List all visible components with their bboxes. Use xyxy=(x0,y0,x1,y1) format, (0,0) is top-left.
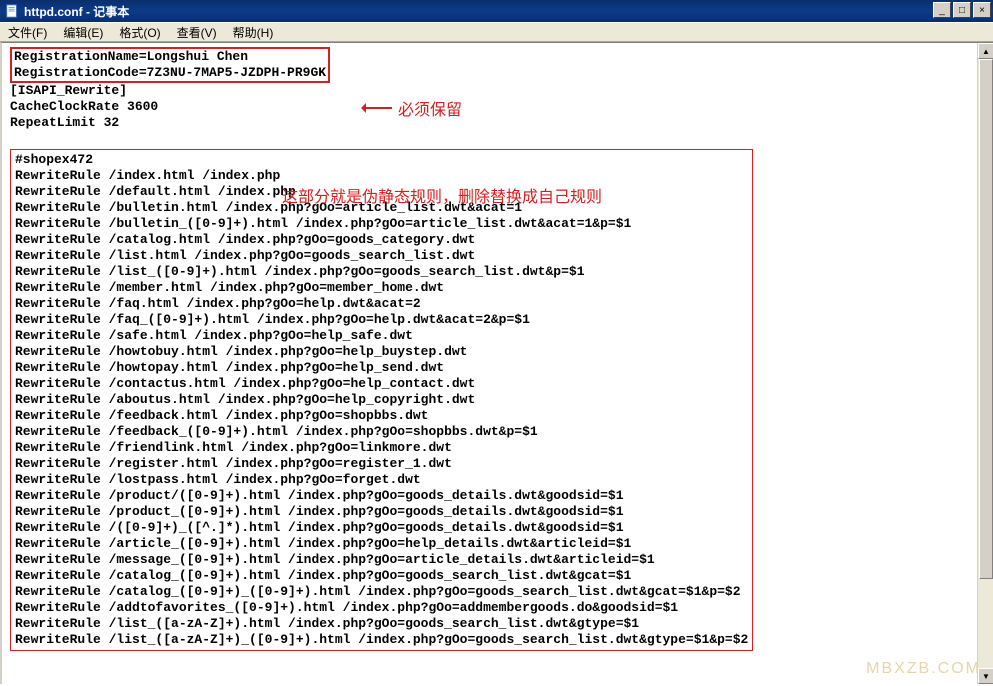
menu-help[interactable]: 帮助(H) xyxy=(225,22,282,43)
window-title: httpd.conf - 记事本 xyxy=(24,3,129,20)
window-controls: _ □ × xyxy=(933,2,991,18)
registration-name-line: RegistrationName=Longshui Chen xyxy=(14,49,248,64)
menu-bar: 文件(F) 编辑(E) 格式(O) 查看(V) 帮助(H) xyxy=(0,22,993,42)
editor-area[interactable]: RegistrationName=Longshui Chen Registrat… xyxy=(0,42,993,684)
scroll-thumb[interactable] xyxy=(979,59,993,579)
menu-edit[interactable]: 编辑(E) xyxy=(55,22,111,43)
notepad-icon xyxy=(4,3,20,19)
repeat-limit: RepeatLimit 32 xyxy=(10,115,119,130)
arrow-left-icon xyxy=(362,107,392,109)
menu-format[interactable]: 格式(O) xyxy=(111,22,168,43)
annotation-must-keep: 必须保留 xyxy=(362,96,462,120)
maximize-button[interactable]: □ xyxy=(953,2,971,18)
minimize-button[interactable]: _ xyxy=(933,2,951,18)
isapi-section: [ISAPI_Rewrite] xyxy=(10,83,127,98)
annotation-must-keep-text: 必须保留 xyxy=(398,96,462,120)
registration-block: RegistrationName=Longshui Chen Registrat… xyxy=(10,47,330,83)
menu-file[interactable]: 文件(F) xyxy=(0,22,55,43)
vertical-scrollbar[interactable]: ▲ ▼ xyxy=(977,43,993,684)
text-content[interactable]: RegistrationName=Longshui Chen Registrat… xyxy=(2,45,993,653)
annotation-rules-desc: 这部分就是伪静态规则，删除替换成自己规则 xyxy=(282,183,602,207)
watermark-text: MBXZB.COM xyxy=(866,660,981,678)
rewrite-rules-block: #shopex472 RewriteRule /index.html /inde… xyxy=(10,149,753,651)
registration-code-line: RegistrationCode=7Z3NU-7MAP5-JZDPH-PR9GK xyxy=(14,65,326,80)
menu-view[interactable]: 查看(V) xyxy=(169,22,225,43)
scroll-up-button[interactable]: ▲ xyxy=(978,43,993,59)
close-button[interactable]: × xyxy=(973,2,991,18)
cache-clock-rate: CacheClockRate 3600 xyxy=(10,99,158,114)
window-titlebar: httpd.conf - 记事本 _ □ × xyxy=(0,0,993,22)
